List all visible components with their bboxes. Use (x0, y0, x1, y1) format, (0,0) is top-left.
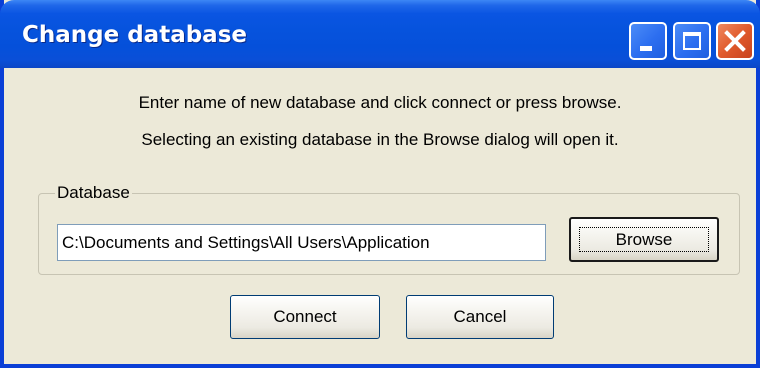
minimize-button[interactable] (629, 22, 667, 60)
window-title: Change database (22, 22, 247, 48)
title-bar[interactable]: Change database (0, 0, 760, 68)
change-database-dialog: Change database Enter name of new databa… (0, 0, 760, 368)
instruction-line-2: Selecting an existing database in the Br… (141, 130, 619, 149)
minimize-icon (640, 46, 652, 51)
cancel-button[interactable]: Cancel (406, 295, 554, 339)
database-group-label: Database (55, 183, 132, 203)
maximize-button[interactable] (673, 22, 711, 60)
browse-button-label: Browse (579, 227, 709, 252)
browse-button[interactable]: Browse (569, 217, 719, 262)
connect-button[interactable]: Connect (230, 295, 380, 339)
close-button[interactable] (716, 22, 754, 60)
maximize-icon (683, 32, 701, 50)
close-icon (724, 30, 746, 52)
instruction-line-1: Enter name of new database and click con… (138, 93, 622, 112)
database-path-input[interactable] (57, 224, 546, 261)
database-groupbox: Database Browse (38, 183, 740, 275)
